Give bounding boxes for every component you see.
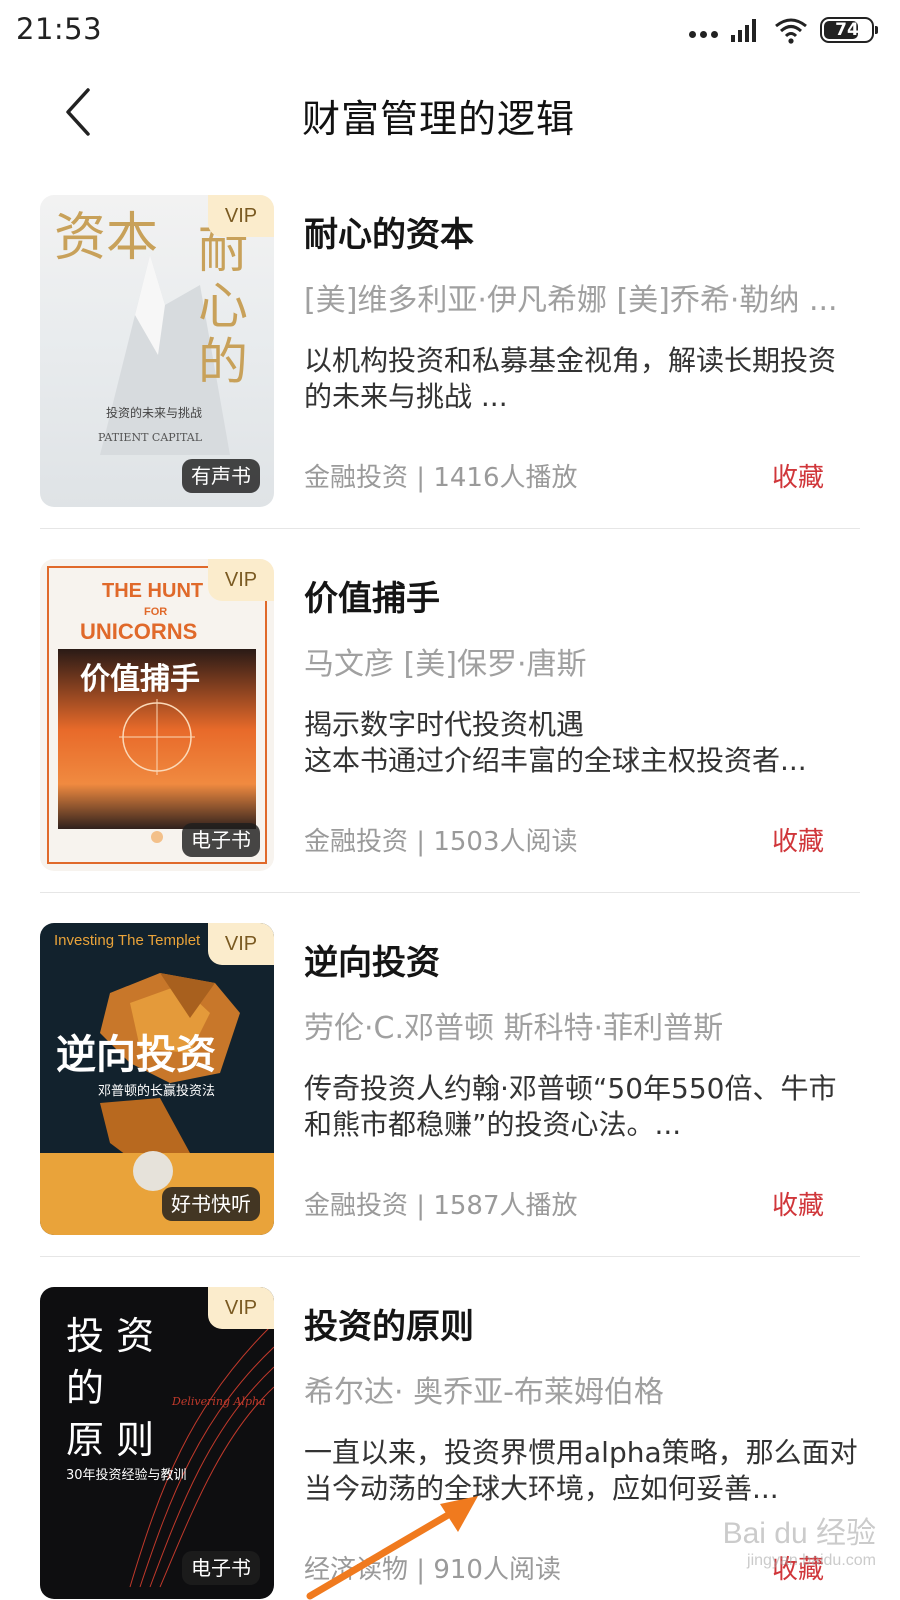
status-icons: 74 <box>689 14 878 46</box>
cover-sub: 邓普顿的长赢投资法 <box>98 1083 215 1099</box>
cover-en: Investing The Templet <box>54 932 201 949</box>
book-cover[interactable]: Investing The Templet 逆向投资 邓普顿的长赢投资法 VIP… <box>40 923 274 1235</box>
wifi-icon <box>775 18 807 44</box>
divider <box>40 892 860 893</box>
book-desc: 揭示数字时代投资机遇 这本书通过介绍丰富的全球主权投资者... <box>304 707 860 779</box>
book-meta: 金融投资 | 1503人阅读 <box>304 827 578 857</box>
book-category: 金融投资 <box>304 463 409 493</box>
book-cover[interactable]: THE HUNT FOR UNICORNS 价值捕手 VIP 电子书 <box>40 559 274 871</box>
book-title[interactable]: 价值捕手 <box>304 571 440 620</box>
book-author: 劳伦·C.邓普顿 斯科特·菲利普斯 <box>304 1011 724 1046</box>
cover-cn-a: 投 资 <box>66 1314 154 1358</box>
book-cover[interactable]: 资本 耐 心 的 投资的未来与挑战 PATIENT CAPITAL VIP 有声… <box>40 195 274 507</box>
cover-en: Delivering Alpha <box>171 1395 266 1408</box>
type-badge: 有声书 <box>182 459 260 493</box>
book-author: 希尔达· 奥乔亚-布莱姆伯格 <box>304 1375 664 1410</box>
vip-badge: VIP <box>208 1287 274 1329</box>
watermark-sub: jingyan.baidu.com <box>747 1552 876 1569</box>
chevron-left-icon <box>66 88 90 136</box>
battery-icon: 74 <box>820 17 878 43</box>
watermark: Bai du 经验 jingyan.baidu.com <box>723 1508 876 1570</box>
status-time: 21:53 <box>16 12 103 46</box>
type-badge: 好书快听 <box>162 1187 260 1221</box>
divider <box>40 528 860 529</box>
book-meta: 金融投资 | 1416人播放 <box>304 463 578 493</box>
book-desc-line: 揭示数字时代投资机遇 这本书通过介绍丰富的全球主权投资者... <box>304 708 807 777</box>
annotation-arrow-icon <box>306 1496 478 1600</box>
signal-icon <box>731 19 756 42</box>
book-title[interactable]: 投资的原则 <box>304 1299 474 1348</box>
book-cover[interactable]: 投 资 的 原 则 30年投资经验与教训 Delivering Alpha VI… <box>40 1287 274 1599</box>
vip-badge: VIP <box>208 195 274 237</box>
cover-cn: 逆向投资 <box>56 1032 216 1078</box>
cover-en-2: FOR <box>144 606 167 618</box>
book-title[interactable]: 耐心的资本 <box>304 207 474 256</box>
book-list: 资本 耐 心 的 投资的未来与挑战 PATIENT CAPITAL VIP 有声… <box>0 195 900 1600</box>
cover-sub: 30年投资经验与教训 <box>66 1467 187 1483</box>
collect-button[interactable]: 收藏 <box>772 457 824 494</box>
back-button[interactable] <box>56 84 108 140</box>
cover-cn-c: 原 则 <box>66 1418 154 1462</box>
watermark-main: Bai du 经验 <box>722 1517 876 1550</box>
cover-cn: 价值捕手 <box>80 662 200 697</box>
book-desc: 传奇投资人约翰·邓普顿“50年550倍、牛市和熊市都稳赚”的投资心法。... <box>304 1072 837 1141</box>
cover-subtitle: 投资的未来与挑战 <box>106 405 202 420</box>
collect-button[interactable]: 收藏 <box>772 821 824 858</box>
book-author: 马文彦 [美]保罗·唐斯 <box>304 647 587 682</box>
status-bar: 21:53 74 <box>0 0 900 62</box>
cover-cn-b: 的 <box>66 1366 104 1410</box>
type-badge: 电子书 <box>182 823 260 857</box>
vip-badge: VIP <box>208 923 274 965</box>
book-desc: 以机构投资和私募基金视角，解读长期投资的未来与挑战 ... <box>304 344 837 413</box>
book-stats: 1587人播放 <box>433 1191 578 1221</box>
book-author: [美]维多利亚·伊凡希娜 [美]乔希·勒纳 ... <box>304 283 838 318</box>
svg-text:的: 的 <box>198 333 248 391</box>
book-stats: 1416人播放 <box>433 463 578 493</box>
book-meta: 金融投资 | 1587人播放 <box>304 1191 578 1221</box>
more-dots-icon <box>689 30 718 38</box>
type-badge: 电子书 <box>182 1551 260 1585</box>
book-stats: 1503人阅读 <box>433 827 578 857</box>
divider <box>40 1256 860 1257</box>
collect-button[interactable]: 收藏 <box>772 1185 824 1222</box>
cover-title-left-1: 资本 <box>54 208 158 268</box>
header: 财富管理的逻辑 <box>0 62 900 162</box>
book-item[interactable]: 资本 耐 心 的 投资的未来与挑战 PATIENT CAPITAL VIP 有声… <box>40 195 860 559</box>
book-category: 金融投资 <box>304 827 409 857</box>
book-title[interactable]: 逆向投资 <box>304 935 440 984</box>
book-item[interactable]: THE HUNT FOR UNICORNS 价值捕手 VIP 电子书 价值捕手 … <box>40 559 860 923</box>
svg-text:心: 心 <box>198 277 248 335</box>
battery-level: 74 <box>835 20 859 40</box>
book-category: 金融投资 <box>304 1191 409 1221</box>
cover-en-1: THE HUNT <box>102 580 203 602</box>
page-title: 财富管理的逻辑 <box>302 97 576 141</box>
vip-badge: VIP <box>208 559 274 601</box>
cover-en-3: UNICORNS <box>80 619 197 644</box>
book-item[interactable]: Investing The Templet 逆向投资 邓普顿的长赢投资法 VIP… <box>40 923 860 1287</box>
cover-en: PATIENT CAPITAL <box>98 431 203 444</box>
